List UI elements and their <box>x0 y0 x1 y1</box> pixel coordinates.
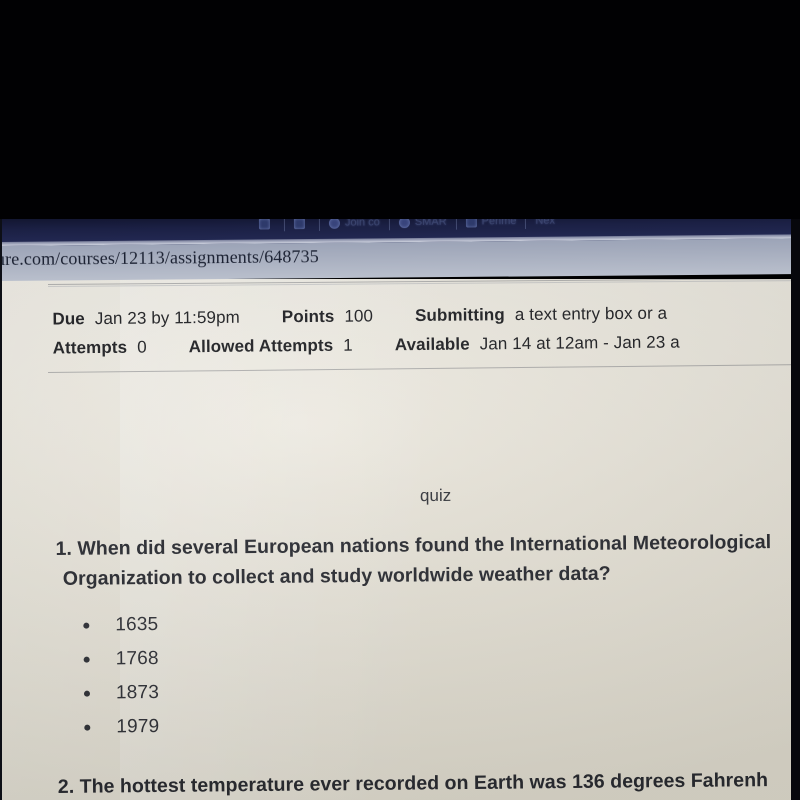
attempts-label: Attempts <box>52 337 128 358</box>
available-label: Available <box>394 334 470 355</box>
question-1-line-2: Organization to collect and study worldw… <box>62 562 611 590</box>
canvas-assignment-page: Due Jan 23 by 11:59pm Points 100 Submitt… <box>0 279 800 800</box>
choice-label: 1635 <box>115 613 159 636</box>
choice-item[interactable]: 1768 <box>83 642 159 677</box>
assignment-meta-row-2: Attempts 0 Allowed Attempts 1 Available … <box>53 332 680 358</box>
choice-item[interactable]: 1873 <box>83 676 160 711</box>
points-value: 100 <box>344 306 374 326</box>
page-title: quiz <box>419 485 452 506</box>
bullet-icon <box>83 690 91 697</box>
choice-label: 1979 <box>116 715 160 738</box>
photo-border-right <box>791 219 800 800</box>
bullet-icon <box>83 622 90 629</box>
divider-bottom <box>47 364 800 373</box>
choice-label: 1768 <box>115 647 159 670</box>
screenshot-root: Join co SMAR Perime Nex ure.com/courses/… <box>0 0 800 800</box>
question-2-line-1: 2. The hottest temperature ever recorded… <box>57 769 769 798</box>
submitting-value: a text entry box or a <box>514 303 668 325</box>
due-value: Jan 23 by 11:59pm <box>94 307 240 329</box>
assignment-meta-row-1: Due Jan 23 by 11:59pm Points 100 Submitt… <box>52 304 667 330</box>
allowed-attempts-label: Allowed Attempts <box>188 335 334 357</box>
attempts-value: 0 <box>137 337 147 357</box>
submitting-label: Submitting <box>414 305 505 326</box>
photo-border-top <box>0 0 800 219</box>
allowed-attempts-value: 1 <box>343 335 353 355</box>
bullet-icon <box>84 724 91 731</box>
question-1-line-1: 1. When did several European nations fou… <box>55 531 772 560</box>
choice-item[interactable]: 1979 <box>84 710 159 745</box>
url-text: ure.com/courses/12113/assignments/648735 <box>0 246 319 270</box>
bullet-icon <box>83 656 90 663</box>
question-1-choices: 1635 1768 1873 1979 <box>83 608 159 745</box>
choice-label: 1873 <box>115 681 160 704</box>
divider-top <box>47 279 800 285</box>
available-value: Jan 14 at 12am - Jan 23 a <box>479 332 680 354</box>
bookmark-icon <box>293 217 305 229</box>
points-label: Points <box>281 306 335 327</box>
choice-item[interactable]: 1635 <box>83 608 159 643</box>
bookmark-icon <box>258 217 270 230</box>
photo-border-left <box>0 219 2 800</box>
due-label: Due <box>52 309 85 329</box>
